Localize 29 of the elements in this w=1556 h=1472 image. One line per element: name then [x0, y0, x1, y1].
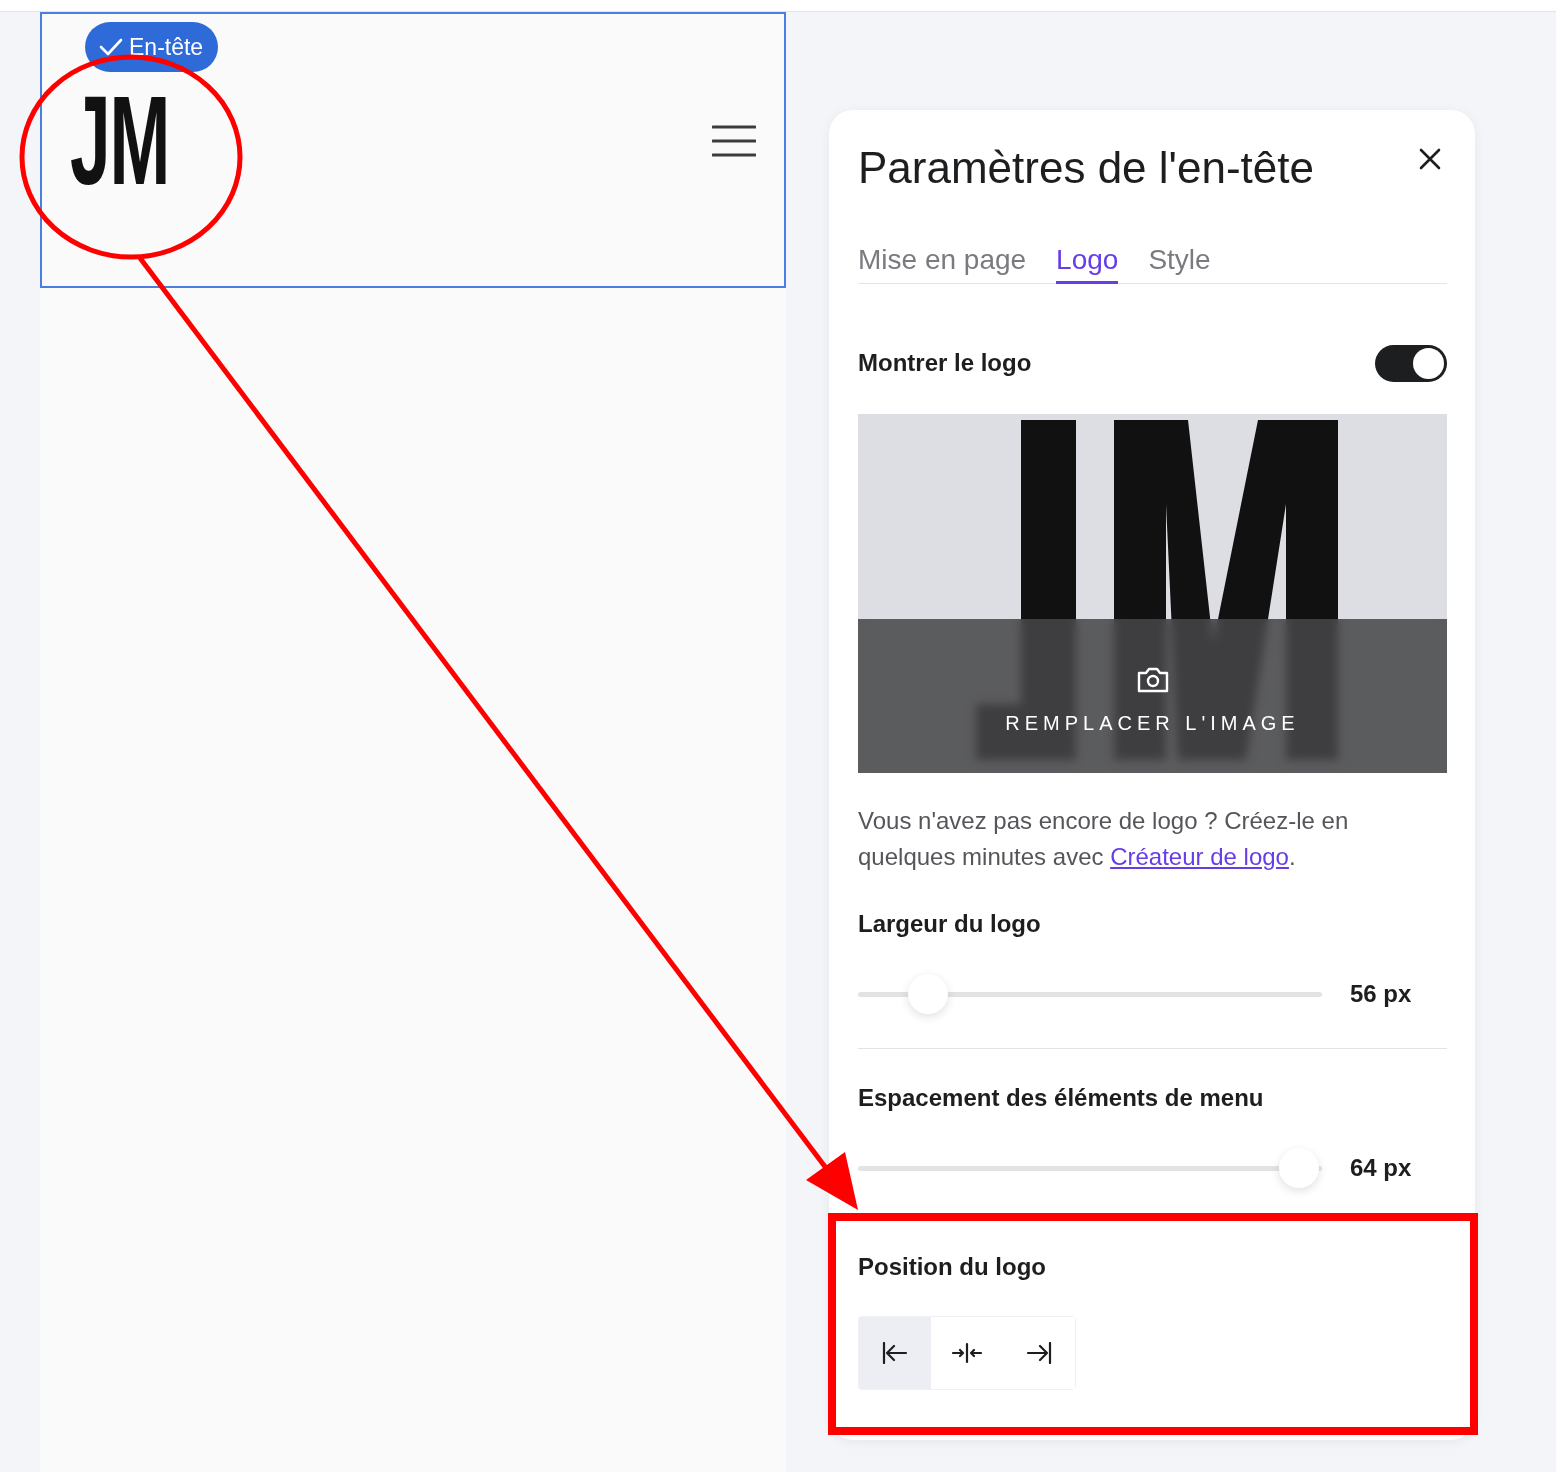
tab[interactable]: Logo	[1056, 243, 1119, 284]
tab[interactable]: Style	[1148, 243, 1211, 284]
slider-thumb[interactable]	[907, 974, 948, 1014]
help-text: Vous n'avez pas encore de logo ? Créez-le en quelques minutes avec Créateur de logo.	[858, 806, 1350, 872]
camera-icon	[1135, 666, 1170, 694]
slider[interactable]	[858, 974, 1322, 1014]
logo: JM	[70, 86, 170, 196]
slider[interactable]	[858, 1148, 1322, 1188]
align-center-icon	[952, 1342, 982, 1364]
tab[interactable]: Mise en page	[858, 243, 1027, 284]
slider-thumb[interactable]	[1278, 1148, 1319, 1188]
logo-maker-link[interactable]: Créateur de logo	[1110, 843, 1289, 870]
panel-title: Paramètres de l'en-tête	[858, 142, 1314, 194]
menu-icon[interactable]	[712, 125, 756, 157]
slider-label: Espacement des éléments de menu	[858, 1083, 1265, 1113]
close-icon	[1419, 148, 1441, 170]
slider-value: 56 px	[1350, 980, 1412, 1008]
show-logo-label: Montrer le logo	[858, 348, 1032, 378]
slider-label: Largeur du logo	[858, 909, 1042, 939]
toggle-switch[interactable]	[1375, 344, 1447, 382]
slider-value: 64 px	[1350, 1154, 1412, 1182]
align-left-icon	[882, 1342, 908, 1364]
position-option[interactable]	[859, 1317, 931, 1389]
align-right-icon	[1026, 1342, 1052, 1364]
position-label: Position du logo	[858, 1252, 1047, 1282]
replace-image-button[interactable]: REMPLACER L'IMAGE	[858, 619, 1447, 773]
badge-label: En-tête	[129, 33, 204, 61]
header-section[interactable]: En-tête JM	[40, 12, 786, 288]
check-icon	[99, 37, 123, 57]
